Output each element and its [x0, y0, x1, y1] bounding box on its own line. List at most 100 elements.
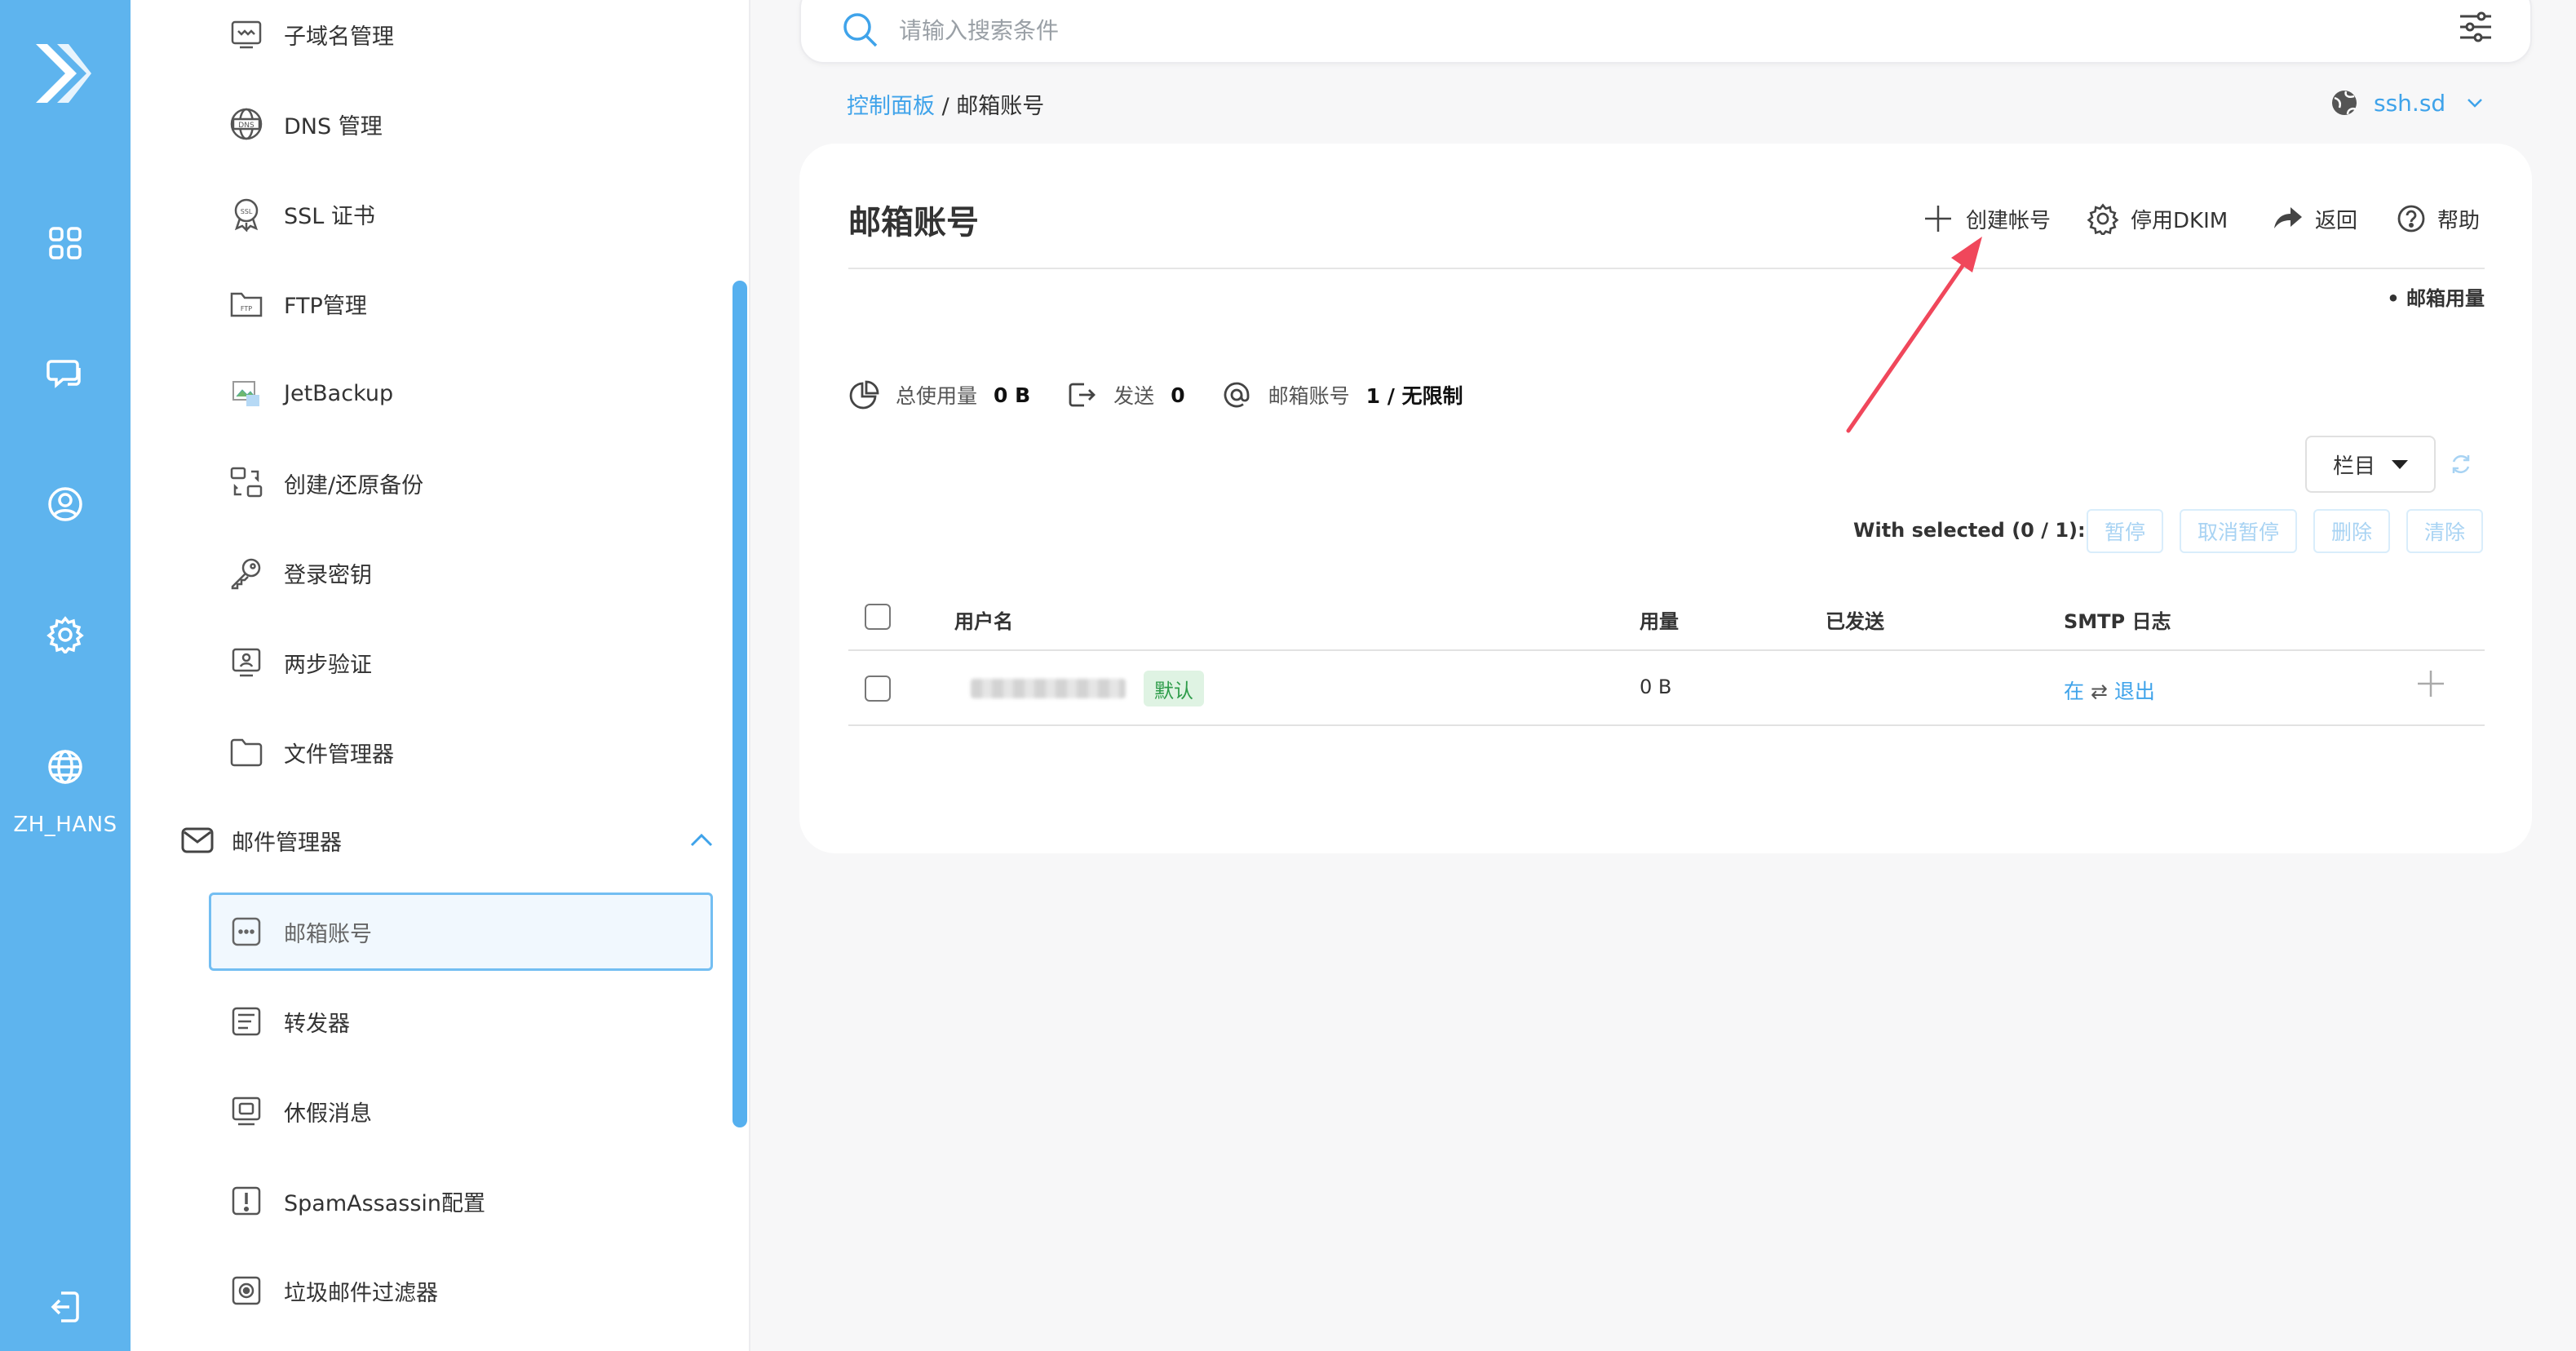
sidebar-item-spam-filter[interactable]: 垃圾邮件过滤器 [228, 1258, 767, 1323]
swap-icon: ⇄ [2090, 680, 2108, 703]
stat-total-usage: 总使用量 0 B [848, 379, 1030, 410]
sidebar-item-label: FTP管理 [284, 293, 367, 319]
sidebar-item-label: 创建/还原备份 [284, 472, 424, 498]
sidebar-group-label: 邮件管理器 [232, 830, 342, 856]
search-icon [843, 13, 878, 47]
brand-logo-icon[interactable] [33, 41, 95, 106]
sidebar-item-backup[interactable]: 创建/还原备份 [228, 450, 767, 516]
chevron-down-icon [2468, 99, 2483, 108]
back-button[interactable]: 返回 [2271, 199, 2357, 238]
stat-label: 邮箱账号 [1268, 384, 1350, 408]
delete-button[interactable]: 删除 [2313, 509, 2390, 553]
smtp-out-link[interactable]: 退出 [2114, 680, 2155, 703]
suspend-button[interactable]: 暂停 [2087, 509, 2163, 553]
column-username[interactable]: 用户名 [954, 605, 1013, 634]
left-rail: ZH_HANS [0, 0, 131, 1351]
stat-value: 0 [1171, 383, 1185, 407]
plus-icon [1925, 206, 1951, 232]
columns-dropdown-button[interactable]: 栏目 [2305, 436, 2436, 493]
gear-icon [2087, 203, 2119, 235]
disable-dkim-button[interactable]: 停用DKIM [2087, 199, 2228, 238]
gear-icon[interactable] [33, 602, 98, 667]
apps-grid-icon[interactable] [33, 210, 98, 276]
create-account-button[interactable]: 创建帐号 [1922, 199, 2051, 238]
column-smtp-log[interactable]: SMTP 日志 [2064, 605, 2171, 634]
two-factor-icon [228, 644, 264, 680]
domain-select-value: ssh.sd [2374, 89, 2446, 117]
sidebar-item-mailboxes[interactable]: 邮箱账号 [228, 899, 767, 964]
back-label: 返回 [2315, 208, 2358, 233]
sidebar-item-jetbackup[interactable]: JetBackup [228, 361, 767, 426]
filter-sliders-icon[interactable] [2457, 8, 2494, 46]
caret-down-icon [2392, 459, 2408, 469]
expand-row-plus-icon[interactable] [2413, 666, 2449, 702]
sidebar-item-label: 两步验证 [284, 652, 372, 678]
spam-alert-icon [228, 1183, 264, 1219]
breadcrumb-current: 邮箱账号 [956, 94, 1045, 119]
page-title: 邮箱账号 [848, 204, 979, 241]
table-header: 用户名 用量 已发送 SMTP 日志 [848, 584, 2485, 651]
mailbox-usage-link[interactable]: • 邮箱用量 [2387, 282, 2485, 311]
refresh-icon[interactable] [2449, 452, 2473, 476]
chevron-up-icon[interactable] [685, 824, 718, 857]
sidebar-item-spamassassin[interactable]: SpamAssassin配置 [228, 1168, 767, 1234]
sidebar-item-label: 文件管理器 [284, 742, 394, 768]
key-icon [228, 555, 264, 591]
sidebar-item-vacation[interactable]: 休假消息 [228, 1079, 767, 1144]
column-sent[interactable]: 已发送 [1826, 605, 1884, 634]
sidebar-item-login-keys[interactable]: 登录密钥 [228, 540, 767, 605]
disable-dkim-label: 停用DKIM [2131, 208, 2229, 233]
ftp-folder-icon: FTP [228, 286, 264, 321]
sidebar-item-label: JetBackup [284, 380, 394, 406]
breadcrumb-separator: / [935, 94, 957, 119]
sidebar-item-file-manager[interactable]: 文件管理器 [228, 720, 767, 785]
sidebar-item-label: 休假消息 [284, 1101, 372, 1127]
unsuspend-button[interactable]: 取消暂停 [2180, 509, 2297, 553]
spam-filter-icon [228, 1273, 264, 1309]
sidebar-scrollbar[interactable] [733, 281, 747, 1127]
breadcrumb-root-link[interactable]: 控制面板 [847, 94, 935, 119]
stat-sent: 发送 0 [1066, 379, 1185, 410]
svg-text:FTP: FTP [241, 305, 252, 312]
sidebar-item-forwarders[interactable]: 转发器 [228, 989, 767, 1054]
sidebar-item-label: 登录密钥 [284, 562, 372, 588]
dns-icon: DNS [228, 106, 264, 142]
globe-icon [2332, 91, 2357, 115]
purge-button[interactable]: 清除 [2406, 509, 2483, 553]
sidebar-item-two-factor[interactable]: 两步验证 [228, 630, 767, 695]
sidebar-group-mail-manager[interactable]: 邮件管理器 [179, 808, 816, 873]
domain-select[interactable]: ssh.sd [2330, 86, 2486, 119]
mailbox-icon [228, 914, 264, 950]
help-button[interactable]: 帮助 [2397, 199, 2480, 238]
column-usage[interactable]: 用量 [1640, 605, 1679, 634]
breadcrumb: 控制面板 / 邮箱账号 [847, 88, 1044, 120]
redacted-username[interactable] [971, 679, 1126, 698]
sidebar-item-ssl[interactable]: SSL SSL 证书 [228, 181, 767, 246]
smtp-log-links: 在 ⇄ 退出 [2064, 676, 2155, 705]
sidebar-item-label: 子域名管理 [284, 24, 394, 50]
ssl-icon: SSL [228, 196, 264, 232]
smtp-in-link[interactable]: 在 [2064, 680, 2084, 703]
chat-icon[interactable] [33, 341, 98, 406]
language-label[interactable]: ZH_HANS [0, 813, 131, 837]
help-icon [2397, 205, 2425, 233]
sidebar-item-ftp[interactable]: FTP FTP管理 [228, 271, 767, 336]
globe-icon[interactable] [33, 734, 98, 800]
logout-icon[interactable] [33, 1274, 98, 1340]
share-arrow-icon [2274, 207, 2302, 228]
backup-icon [228, 465, 264, 501]
sidebar-item-label: 邮箱账号 [284, 921, 372, 947]
search-bar [799, 0, 2532, 64]
sidebar-item-dns[interactable]: DNS DNS 管理 [228, 91, 767, 157]
stats-bar: 总使用量 0 B 发送 0 邮箱账号 1 / 无限制 [848, 375, 1499, 414]
search-input[interactable] [899, 10, 2367, 51]
sidebar: 子域名管理 DNS DNS 管理 SSL SSL 证书 FTP FTP管理 Je… [131, 0, 750, 1351]
forwarder-icon [228, 1003, 264, 1039]
user-icon[interactable] [33, 472, 98, 537]
select-all-checkbox[interactable] [865, 604, 891, 630]
sidebar-item-label: DNS 管理 [284, 113, 383, 140]
stat-label: 发送 [1113, 384, 1155, 408]
stat-accounts: 邮箱账号 1 / 无限制 [1221, 379, 1463, 410]
row-checkbox[interactable] [865, 676, 891, 702]
sidebar-item-subdomains[interactable]: 子域名管理 [228, 2, 767, 67]
